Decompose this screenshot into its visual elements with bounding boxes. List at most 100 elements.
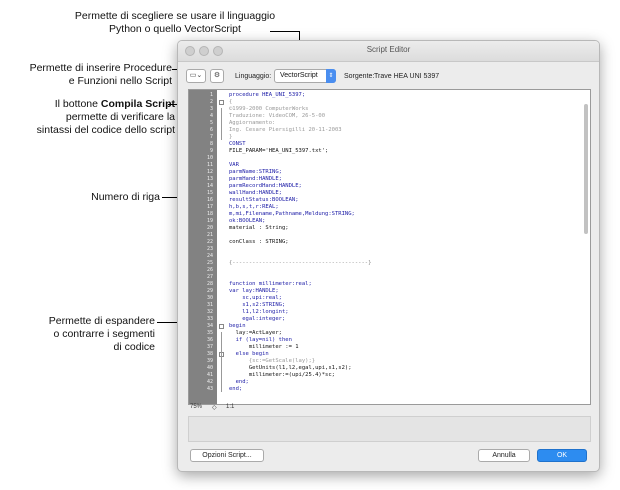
line-number: 39 — [206, 358, 213, 364]
line-number: 7 — [209, 134, 213, 140]
ok-button[interactable]: OK — [537, 449, 587, 462]
line-number: 16 — [206, 197, 213, 203]
line-number: 17 — [206, 204, 213, 210]
line-number: 13 — [206, 176, 213, 182]
code-line: m,mi,Filename,Pathname,Meldung:STRING; — [229, 211, 355, 217]
code-line: end; — [229, 379, 249, 385]
callout-procedures: Permette di inserire Procedure e Funzion… — [8, 62, 172, 88]
source-label: Sorgente: — [344, 73, 375, 80]
line-number: 11 — [206, 162, 213, 168]
callout-line-number: Numero di riga — [91, 191, 160, 203]
callout-compile: Il bottone Compila Script permette di ve… — [2, 98, 175, 137]
line-number: 30 — [206, 295, 213, 301]
code-line: end; — [229, 386, 243, 392]
callout-compile-line2: permette di verificare la — [65, 111, 175, 123]
code-line: Ing. Cesare Piersigilli 20-11-2003 — [229, 127, 342, 133]
line-number: 41 — [206, 372, 213, 378]
code-line: FILE_PARAM='HEA_UNI_5397.txt'; — [229, 148, 329, 154]
code-line: wallHand:HANDLE; — [229, 190, 282, 196]
line-number: 36 — [206, 337, 213, 343]
line-number: 24 — [206, 253, 213, 259]
code-line: parmName:STRING; — [229, 169, 282, 175]
line-number: 25 — [206, 260, 213, 266]
status-bar: 75% ◇ 1:1 — [188, 403, 589, 413]
line-number: 40 — [206, 365, 213, 371]
callout-compile-line1: Il bottone Compila Script — [54, 98, 175, 110]
window-title: Script Editor — [366, 45, 411, 54]
procedure-list-icon: ▭⌄ — [189, 72, 203, 79]
fold-toggle-icon[interactable] — [219, 324, 224, 329]
line-number: 26 — [206, 267, 213, 273]
code-line: Traduzione: VideoCOM, 26-5-00 — [229, 113, 326, 119]
compile-script-button[interactable]: ⚙ — [210, 69, 224, 83]
fold-toggle-icon[interactable] — [219, 100, 224, 105]
line-number: 6 — [209, 127, 213, 133]
callout-fold: Permette di espandere o contrarre i segm… — [20, 315, 155, 354]
code-line: millimeter := 1 — [229, 344, 299, 350]
line-number: 32 — [206, 309, 213, 315]
code-line: l1,l2:longint; — [229, 309, 289, 315]
line-number: 3 — [209, 106, 213, 112]
code-line: procedure HEA_UNI_5397; — [229, 92, 306, 98]
code-line: h,b,s,t,r:REAL; — [229, 204, 279, 210]
code-line: if (lay=nil) then — [229, 337, 292, 343]
line-number: 21 — [206, 232, 213, 238]
code-editor[interactable]: 1 2 3 4 5 6 7 8 9 10 11 12 13 14 15 16 17 18 19 20 21 22 23 24 2… — [188, 89, 591, 405]
line-number: 43 — [206, 386, 213, 392]
code-line: GetUnits(l1,l2,egal,upi,s1,s2); — [229, 365, 352, 371]
line-number: 15 — [206, 190, 213, 196]
line-number: 1 — [209, 92, 213, 98]
source-value: Trave HEA UNI 5397 — [374, 73, 440, 80]
code-line: } — [229, 134, 233, 140]
line-number: 27 — [206, 274, 213, 280]
zoom-level[interactable]: 75% — [190, 404, 202, 410]
code-line: var lay:HANDLE; — [229, 288, 279, 294]
leader-language-h — [270, 31, 300, 32]
line-number: 38 — [206, 351, 213, 357]
select-arrow-icon: ⇕ — [326, 69, 336, 83]
code-line: parmRecordHand:HANDLE; — [229, 183, 302, 189]
code-line: lay:=ActLayer; — [229, 330, 282, 336]
code-line: Aggiornamento: — [229, 120, 276, 126]
line-number: 4 — [209, 113, 213, 119]
language-select[interactable]: VectorScript ⇕ — [274, 69, 336, 83]
line-number: 5 — [209, 120, 213, 126]
callout-language-line1: Permette di scegliere se usare il lingua… — [74, 10, 276, 22]
language-label: Linguaggio: — [235, 73, 272, 80]
toolbar: ▭⌄ ⚙ Linguaggio: VectorScript ⇕ Sorgente… — [178, 62, 599, 92]
title-bar: Script Editor — [178, 41, 599, 62]
callout-fold-line1: Permette di espandere — [48, 315, 155, 327]
line-number: 12 — [206, 169, 213, 175]
code-line: VAR — [229, 162, 239, 168]
callout-fold-line2: o contrarre i segmenti — [53, 328, 155, 340]
line-number: 14 — [206, 183, 213, 189]
zoom-stepper-icon[interactable]: ◇ — [212, 404, 217, 411]
code-line: {sc:=GetScale(lay);} — [229, 358, 316, 364]
line-number: 35 — [206, 330, 213, 336]
insert-procedures-button[interactable]: ▭⌄ — [186, 69, 206, 83]
line-number: 9 — [209, 148, 213, 154]
code-line: egal:integer; — [229, 316, 286, 322]
line-number: 31 — [206, 302, 213, 308]
line-number: 23 — [206, 246, 213, 252]
line-number: 42 — [206, 379, 213, 385]
callout-fold-line3: di codice — [113, 341, 155, 353]
code-line: parmHand:HANDLE; — [229, 176, 282, 182]
code-line: ©1999-2000 ComputerWorks — [229, 106, 309, 112]
script-editor-window: Script Editor ▭⌄ ⚙ Linguaggio: VectorScr… — [177, 40, 600, 472]
cancel-button[interactable]: Annulla — [478, 449, 530, 462]
code-line: conClass : STRING; — [229, 239, 289, 245]
vertical-scrollbar[interactable] — [584, 104, 588, 234]
line-number: 33 — [206, 316, 213, 322]
script-options-button[interactable]: Opzioni Script... — [190, 449, 264, 462]
line-number: 19 — [206, 218, 213, 224]
code-line: ok:BOOLEAN; — [229, 218, 266, 224]
line-number: 2 — [209, 99, 213, 105]
language-select-value: VectorScript — [280, 72, 318, 79]
output-panel — [188, 416, 591, 442]
code-line: sc,upi:real; — [229, 295, 282, 301]
line-number: 18 — [206, 211, 213, 217]
fold-guide — [221, 359, 222, 386]
callout-procedures-line1: Permette di inserire Procedure — [29, 62, 172, 74]
fold-guide — [221, 107, 222, 141]
